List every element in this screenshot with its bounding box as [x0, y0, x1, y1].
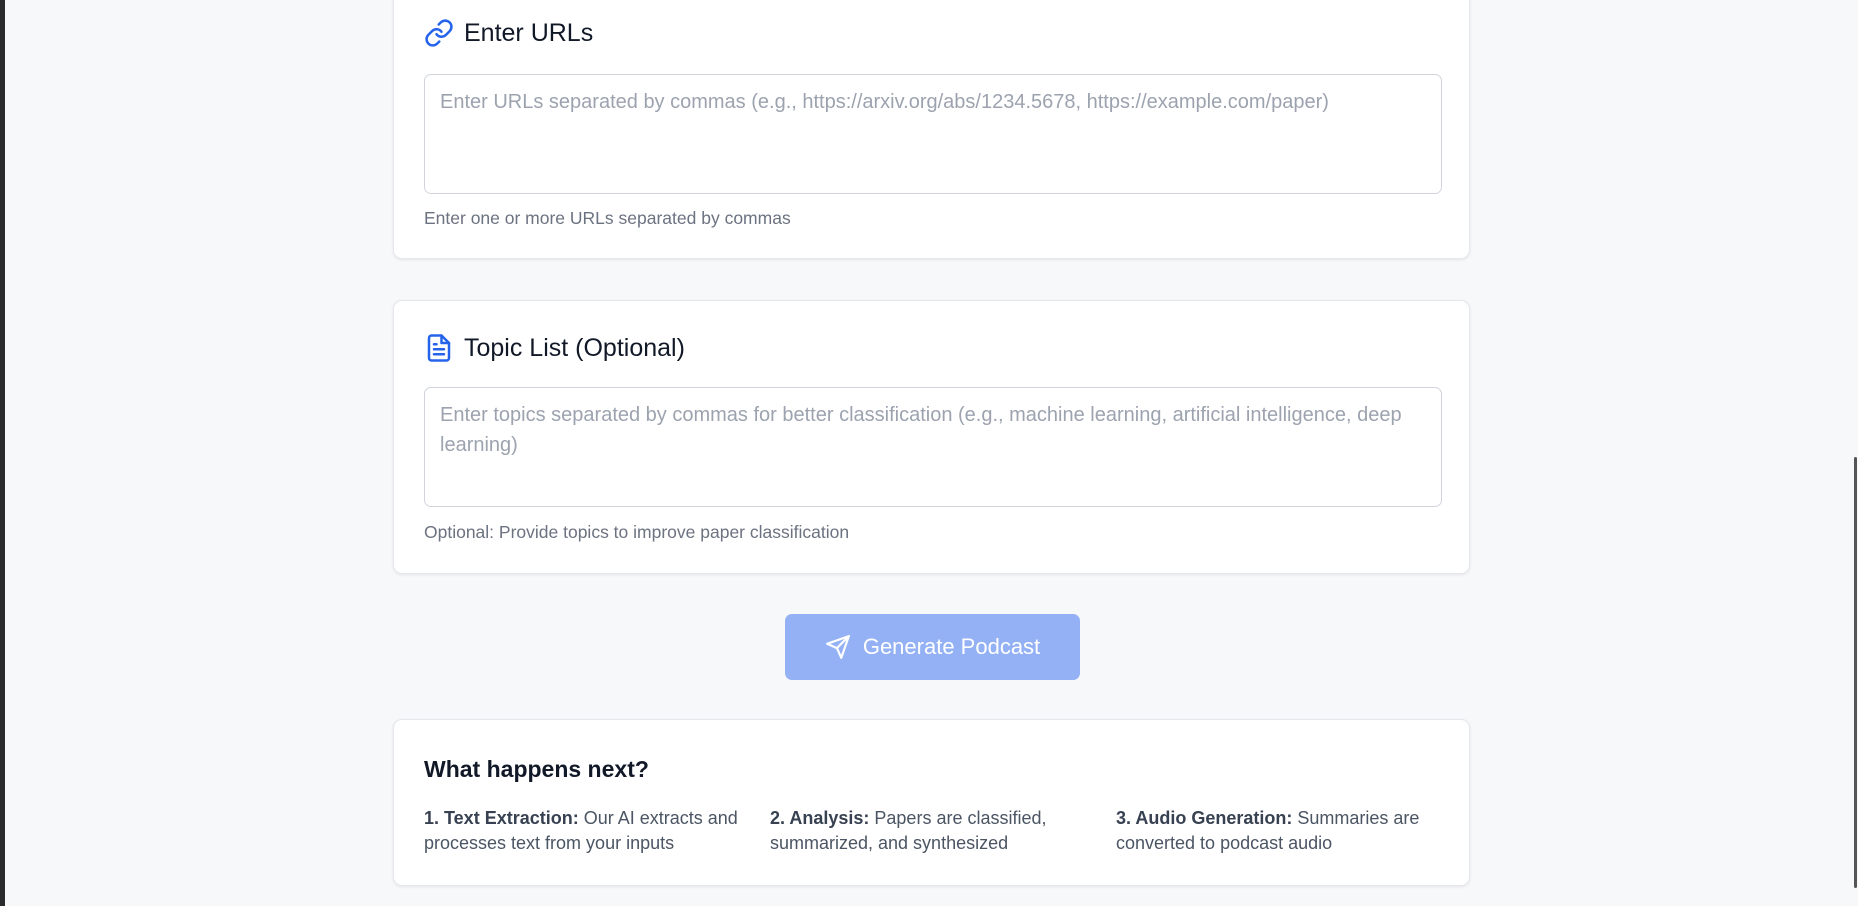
next-steps-title: What happens next?: [424, 756, 649, 782]
topics-input[interactable]: [424, 387, 1442, 507]
topics-title: Topic List (Optional): [464, 333, 685, 362]
step-heading: 2. Analysis:: [770, 808, 870, 828]
topics-card: Topic List (Optional) Optional: Provide …: [393, 300, 1470, 574]
step-audio-generation: 3. Audio Generation: Summaries are conve…: [1116, 806, 1462, 856]
urls-hint: Enter one or more URLs separated by comm…: [424, 208, 791, 228]
step-heading: 3. Audio Generation:: [1116, 808, 1293, 828]
scrollbar-thumb[interactable]: [1854, 457, 1857, 888]
urls-input[interactable]: [424, 74, 1442, 194]
generate-podcast-button[interactable]: Generate Podcast: [785, 614, 1080, 680]
urls-title: Enter URLs: [464, 18, 594, 47]
urls-card: Enter URLs Enter one or more URLs separa…: [393, 0, 1470, 259]
topics-card-header: Topic List (Optional): [424, 333, 685, 363]
urls-card-header: Enter URLs: [424, 18, 593, 48]
step-text-extraction: 1. Text Extraction: Our AI extracts and …: [424, 806, 770, 856]
topics-hint: Optional: Provide topics to improve pape…: [424, 522, 850, 542]
next-steps-card: What happens next? 1. Text Extraction: O…: [393, 719, 1470, 886]
step-heading: 1. Text Extraction:: [424, 808, 579, 828]
link-icon: [424, 18, 454, 48]
scrollbar-track[interactable]: [1853, 0, 1858, 906]
step-analysis: 2. Analysis: Papers are classified, summ…: [770, 806, 1116, 856]
window-left-edge: [0, 0, 5, 906]
next-steps-list: 1. Text Extraction: Our AI extracts and …: [424, 806, 1464, 856]
send-icon: [825, 634, 851, 660]
document-icon: [424, 333, 454, 363]
generate-button-label: Generate Podcast: [862, 634, 1041, 659]
